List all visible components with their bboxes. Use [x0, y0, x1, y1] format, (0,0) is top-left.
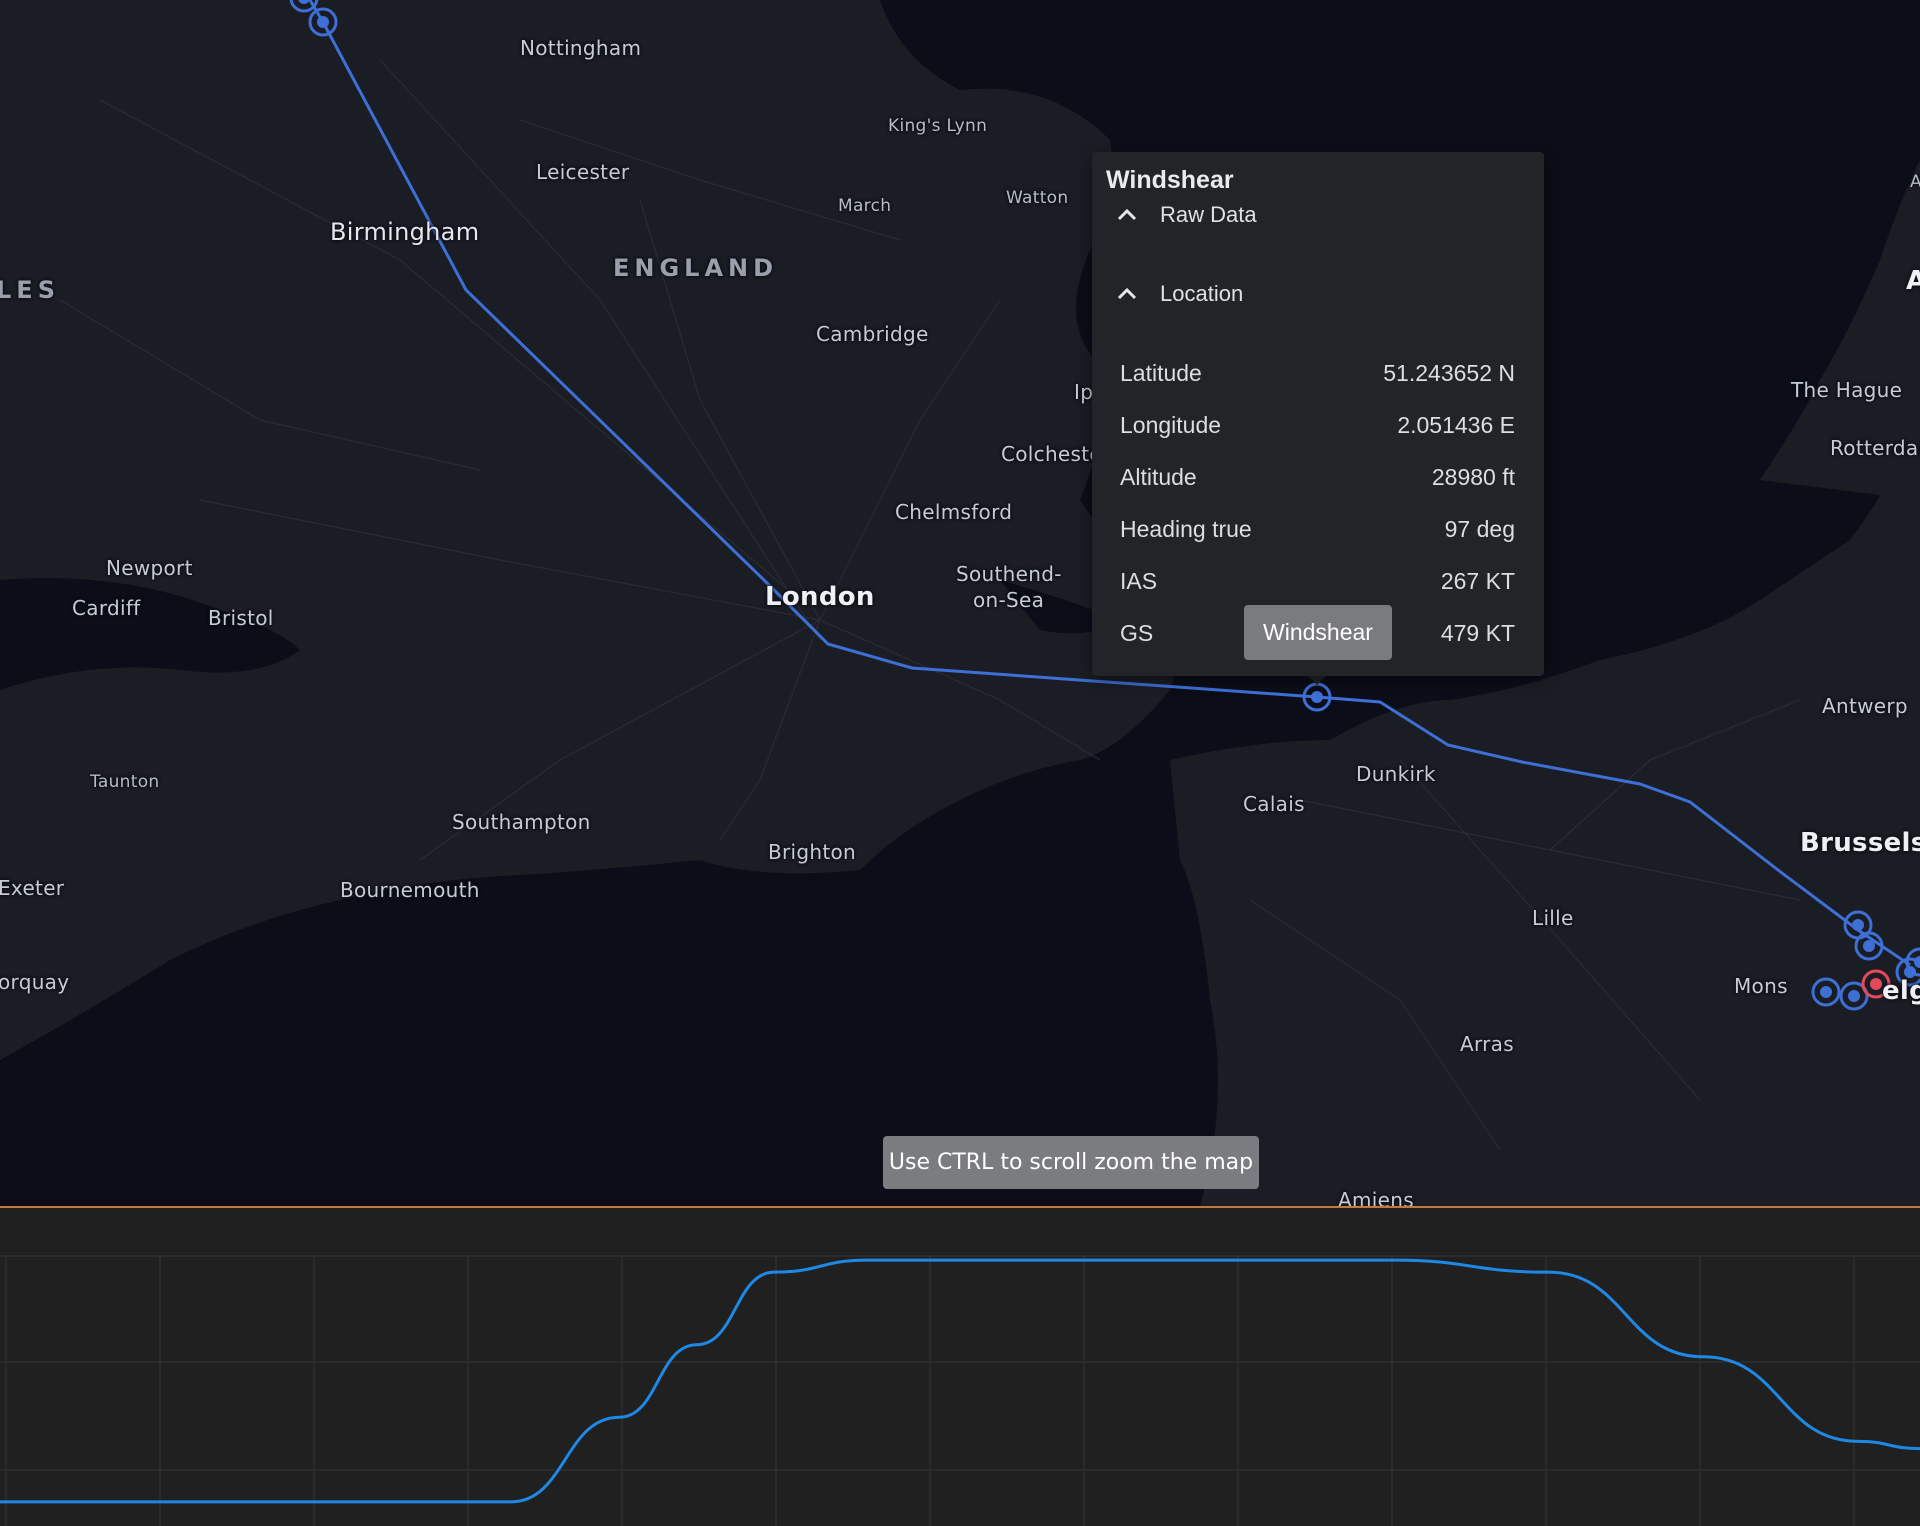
- map-label: Birmingham: [330, 218, 480, 246]
- field-value: 2.051436 E: [1397, 411, 1515, 438]
- map-label: London: [765, 582, 875, 612]
- map-label: Arras: [1460, 1032, 1514, 1056]
- field-value: 51.243652 N: [1383, 359, 1515, 386]
- map-label: Colcheste: [1001, 442, 1103, 466]
- chevron-up-icon: [1117, 287, 1137, 300]
- map-label: The Hague: [1791, 378, 1903, 402]
- map-label: Cardiff: [72, 596, 141, 620]
- field-label: Longitude: [1120, 411, 1222, 438]
- popup-title: Windshear: [1106, 166, 1234, 194]
- map-label: Mons: [1734, 974, 1788, 998]
- field-value: 267 KT: [1440, 567, 1515, 594]
- map-label: LES: [0, 276, 60, 304]
- map-label: Chelmsford: [895, 500, 1013, 524]
- field-altitude: Altitude 28980 ft: [1120, 457, 1515, 497]
- map-label: Ip: [1074, 380, 1094, 404]
- map-label: elg: [1882, 976, 1920, 1006]
- map-canvas[interactable]: [0, 0, 1920, 1206]
- map-label: orquay: [0, 970, 70, 994]
- field-latitude: Latitude 51.243652 N: [1120, 353, 1515, 393]
- field-value: 97 deg: [1444, 515, 1515, 542]
- map-label: on-Sea: [973, 588, 1045, 612]
- map-label: A: [1910, 172, 1920, 192]
- map-label: Brighton: [768, 840, 857, 864]
- field-label: Altitude: [1120, 463, 1197, 490]
- field-heading-true: Heading true 97 deg: [1120, 509, 1515, 549]
- map-label: Brussels: [1800, 828, 1920, 858]
- map-label: Newport: [106, 556, 193, 580]
- map-label: Bournemouth: [340, 878, 480, 902]
- event-popup[interactable]: Windshear Raw Data Location Latitude 51.…: [1092, 152, 1544, 676]
- field-label: IAS: [1120, 567, 1158, 594]
- marker-tooltip: Windshear: [1244, 605, 1392, 660]
- map-label: March: [838, 196, 892, 216]
- map-label: Antwerp: [1822, 694, 1908, 718]
- location-label: Location: [1160, 281, 1244, 306]
- map-label: Lille: [1532, 906, 1574, 930]
- field-value: 28980 ft: [1431, 463, 1515, 490]
- map-label: Calais: [1243, 792, 1305, 816]
- map-label: Southend-: [956, 562, 1062, 586]
- field-ias: IAS 267 KT: [1120, 561, 1515, 601]
- field-label: Heading true: [1120, 515, 1252, 542]
- map-label: King's Lynn: [888, 116, 988, 136]
- chart-series-line-0: [0, 1258, 1920, 1504]
- raw-data-label: Raw Data: [1160, 202, 1257, 227]
- ctrl-zoom-hint: Use CTRL to scroll zoom the map: [883, 1136, 1259, 1189]
- map-label: ENGLAND: [613, 254, 779, 282]
- map-label: Southampton: [452, 810, 591, 834]
- map-label: Watton: [1006, 188, 1069, 208]
- field-label: GS: [1120, 619, 1154, 646]
- field-value: 479 KT: [1440, 619, 1515, 646]
- map-label: Bristol: [208, 606, 274, 630]
- chevron-up-icon: [1117, 208, 1137, 221]
- map-view[interactable]: Nottingham King's Lynn Leicester March Watto…: [0, 0, 1920, 1206]
- map-label: Rotterdar: [1830, 436, 1920, 460]
- field-label: Latitude: [1120, 359, 1202, 386]
- map-label: Taunton: [90, 772, 160, 792]
- map-label: Dunkirk: [1356, 762, 1436, 786]
- location-section-toggle[interactable]: Location: [1116, 274, 1243, 314]
- raw-data-section-toggle[interactable]: Raw Data: [1116, 195, 1257, 235]
- map-label: Amiens: [1338, 1188, 1414, 1206]
- map-label: Nottingham: [520, 36, 642, 60]
- map-label: A: [1906, 266, 1920, 296]
- altitude-chart-panel[interactable]: [0, 1208, 1920, 1526]
- map-label: Leicester: [536, 160, 630, 184]
- map-label: Exeter: [0, 876, 65, 900]
- field-longitude: Longitude 2.051436 E: [1120, 405, 1515, 445]
- altitude-chart[interactable]: [0, 1208, 1920, 1526]
- map-label: Cambridge: [816, 322, 929, 346]
